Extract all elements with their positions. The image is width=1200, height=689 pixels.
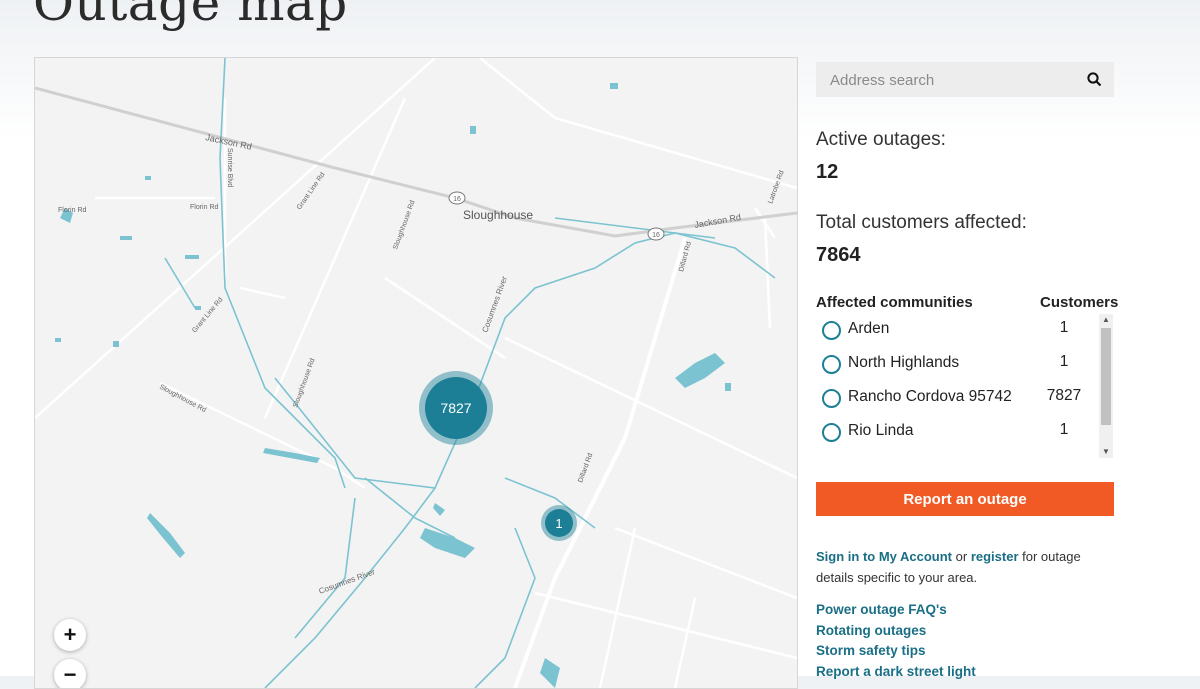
zoom-out-button[interactable]: −	[54, 659, 86, 688]
active-outages-value: 12	[816, 161, 839, 183]
communities-header: Affected communities Customers	[816, 294, 1118, 311]
map-label-sunrise-blvd: Sunrise Blvd	[226, 148, 233, 187]
customers-affected-value: 7864	[816, 244, 861, 266]
map-label-sloughhouse: Sloughhouse	[463, 208, 533, 222]
community-row[interactable]	[816, 451, 1096, 457]
community-row[interactable]: Arden 1	[816, 315, 1096, 345]
map-label-grant-line-rd: Grant Line Rd	[296, 171, 327, 211]
map-label-dillard-rd-south: Dillard Rd	[577, 452, 594, 483]
communities-scrollbar[interactable]: ▲ ▼	[1099, 314, 1113, 458]
scrollbar-thumb[interactable]	[1101, 328, 1111, 425]
route-16-shield: 16	[448, 191, 466, 205]
report-outage-button[interactable]: Report an outage	[816, 482, 1114, 516]
signin-note: Sign in to My Account or register for ou…	[816, 546, 1114, 588]
community-radio[interactable]	[822, 389, 841, 408]
community-row[interactable]: North Highlands 1	[816, 349, 1096, 379]
community-radio[interactable]	[822, 321, 841, 340]
map-label-latrobe-rd: Latrobe Rd	[767, 170, 785, 205]
community-name: Rancho Cordova 95742	[848, 388, 1012, 405]
map-label-florin-rd-west: Florin Rd	[58, 207, 87, 214]
dillard-road	[513, 237, 687, 688]
communities-header-count: Customers	[1040, 294, 1119, 311]
outage-sidebar: Active outages: 12 Total customers affec…	[816, 62, 1118, 679]
route-16-shield-east: 16	[647, 227, 665, 241]
water-bodies	[55, 83, 731, 688]
help-links: Power outage FAQ's Rotating outages Stor…	[816, 600, 976, 682]
map-label-sloughhouse-rd: Sloughhouse Rd	[392, 200, 416, 251]
map-label-cosumnes-river: Cosumnes River	[480, 275, 509, 334]
svg-text:16: 16	[652, 232, 660, 239]
register-link[interactable]: register	[971, 549, 1019, 564]
outage-cluster-count: 7827	[425, 377, 487, 439]
map-label-sloughhouse-rd-mid: Sloughhouse Rd	[292, 358, 316, 409]
community-name: Rio Linda	[848, 422, 914, 439]
zoom-in-button[interactable]: +	[54, 619, 86, 651]
map-label-jackson-rd-east: Jackson Rd	[694, 212, 742, 230]
community-radio[interactable]	[822, 355, 841, 374]
community-count: 7827	[1046, 387, 1082, 404]
rotating-outages-link[interactable]: Rotating outages	[816, 621, 976, 642]
map-label-sloughhouse-rd-west: Sloughhouse Rd	[158, 384, 207, 415]
map-tiles[interactable]: Jackson Rd Jackson Rd Florin Rd Florin R…	[35, 58, 797, 688]
storm-safety-tips-link[interactable]: Storm safety tips	[816, 641, 976, 662]
address-search-input[interactable]	[828, 62, 1082, 99]
map-label-grant-line-rd-south: Grant Line Rd	[191, 296, 224, 334]
major-roads	[35, 86, 797, 238]
address-search	[816, 62, 1114, 99]
map-label-cosumnes-river-south: Cosumnes River	[318, 567, 377, 596]
sign-in-link[interactable]: Sign in to My Account	[816, 549, 952, 564]
search-icon[interactable]	[1087, 72, 1102, 92]
scroll-up-icon[interactable]: ▲	[1099, 314, 1113, 326]
outage-cluster-large[interactable]: 7827	[419, 371, 493, 445]
community-count: 1	[1059, 421, 1069, 438]
outage-map[interactable]: Jackson Rd Jackson Rd Florin Rd Florin R…	[34, 57, 798, 689]
community-row[interactable]: Rio Linda 1	[816, 417, 1096, 447]
community-name: Arden	[848, 320, 890, 337]
community-radio[interactable]	[822, 423, 841, 442]
community-count: 1	[1059, 353, 1069, 370]
customers-affected-label: Total customers affected:	[816, 212, 1027, 233]
communities-header-name: Affected communities	[816, 294, 973, 311]
outage-cluster-count: 1	[545, 509, 573, 537]
community-row[interactable]: Rancho Cordova 95742 7827	[816, 383, 1096, 413]
power-outage-faq-link[interactable]: Power outage FAQ's	[816, 600, 976, 621]
signin-or: or	[952, 549, 971, 564]
report-dark-street-light-link[interactable]: Report a dark street light	[816, 662, 976, 683]
map-label-florin-rd: Florin Rd	[190, 204, 219, 211]
community-count: 1	[1059, 319, 1069, 336]
active-outages-label: Active outages:	[816, 129, 946, 150]
outage-cluster-small[interactable]: 1	[541, 505, 577, 541]
community-name: North Highlands	[848, 354, 960, 371]
page-title: Outage map	[33, 0, 348, 32]
communities-list[interactable]: Arden 1 North Highlands 1 Rancho Cordova…	[816, 315, 1114, 457]
scroll-down-icon[interactable]: ▼	[1099, 446, 1113, 458]
svg-text:16: 16	[453, 196, 461, 203]
